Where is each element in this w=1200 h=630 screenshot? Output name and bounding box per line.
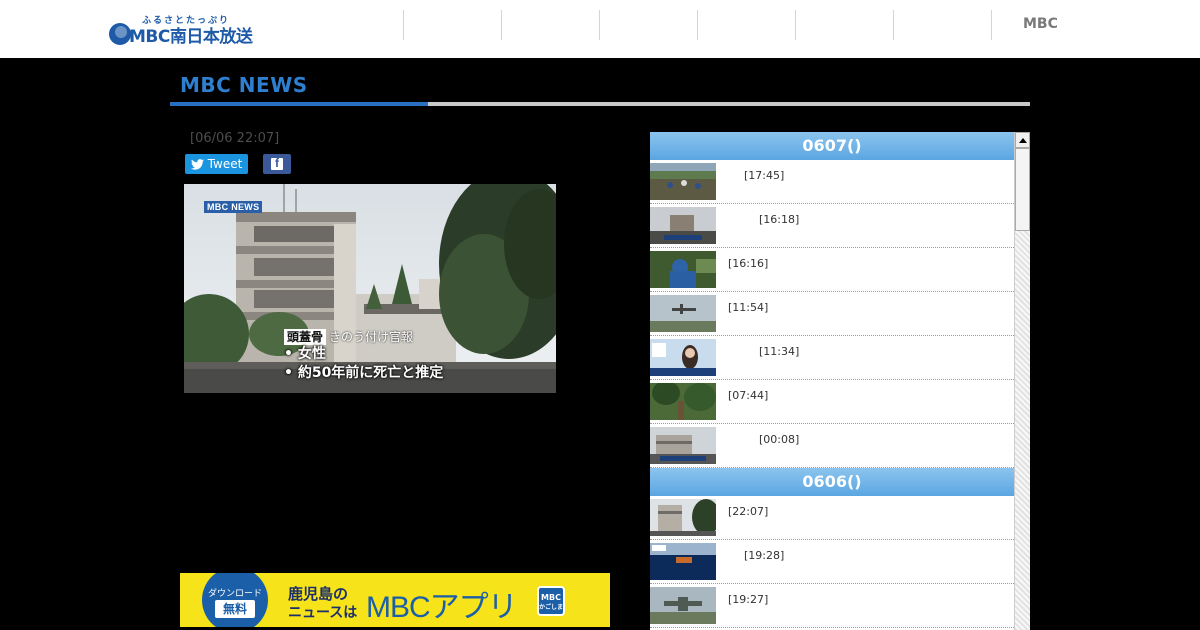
banner-line1: 鹿児島の <box>288 585 349 603</box>
news-time[interactable]: [16:18] <box>759 213 799 226</box>
badge-top: MBC <box>541 593 561 602</box>
day-header: 0607() <box>650 132 1014 160</box>
article-hero-image: MBC NEWS 頭蓋骨 きのう付け官報 • 女性 • 約50年前に死亡と推定 <box>184 184 556 393</box>
nav-divider <box>991 10 992 40</box>
day-header: 0606() <box>650 468 1014 496</box>
news-time[interactable]: [17:45] <box>744 169 784 182</box>
news-list-item[interactable]: [19:28] <box>650 540 1014 584</box>
news-list-panel[interactable]: 0607() [17:45] [16:18] [16:16] [11:54] [11:34… <box>650 132 1030 630</box>
nav-item-4[interactable] <box>697 10 698 40</box>
hero-caption: 頭蓋骨 きのう付け官報 • 女性 • 約50年前に死亡と推定 <box>284 328 443 383</box>
news-list: 0607() [17:45] [16:18] [16:16] [11:54] [11:34… <box>650 132 1014 628</box>
banner-download-label: ダウンロード <box>208 589 263 599</box>
tweet-label: Tweet <box>207 157 243 171</box>
nav-item-1[interactable] <box>403 10 404 40</box>
news-thumbnail[interactable] <box>650 383 716 420</box>
news-time[interactable]: [00:08] <box>759 433 799 446</box>
nav-item-3[interactable] <box>599 10 600 40</box>
badge-bottom: かごしま <box>539 604 564 611</box>
scroll-up-arrow-icon[interactable] <box>1015 132 1030 148</box>
mbc-logo[interactable]: ふるさとたっぷり MBC南日本放送 <box>109 13 259 47</box>
news-thumbnail[interactable] <box>650 587 716 624</box>
news-list-item[interactable]: [11:54] <box>650 292 1014 336</box>
nav-item-6[interactable] <box>893 10 894 40</box>
news-time[interactable]: [11:54] <box>728 301 768 314</box>
mbc-app-icon: MBC かごしま <box>537 586 565 616</box>
banner-app-name: MBCアプリ <box>366 591 518 624</box>
banner-free-label: 無料 <box>215 600 255 618</box>
news-list-item[interactable]: [00:08] <box>650 424 1014 468</box>
news-thumbnail[interactable] <box>650 339 716 376</box>
site-header: ふるさとたっぷり MBC南日本放送 MBC <box>0 0 1200 58</box>
news-list-item[interactable]: [19:27] <box>650 584 1014 628</box>
news-thumbnail[interactable] <box>650 543 716 580</box>
facebook-icon <box>271 156 283 170</box>
logo-mark-icon <box>109 23 131 45</box>
news-time[interactable]: [22:07] <box>728 505 768 518</box>
news-thumbnail[interactable] <box>650 427 716 464</box>
news-list-item[interactable]: [16:16] <box>650 248 1014 292</box>
news-thumbnail[interactable] <box>650 207 716 244</box>
news-list-item[interactable]: [22:07] <box>650 496 1014 540</box>
logo-name: MBC南日本放送 <box>129 27 253 47</box>
section-title: MBC NEWS <box>180 73 308 97</box>
tweet-button[interactable]: Tweet <box>185 154 248 174</box>
nav-item-5[interactable] <box>795 10 796 40</box>
news-time[interactable]: [11:34] <box>759 345 799 358</box>
news-thumbnail[interactable] <box>650 163 716 200</box>
nav-item-2[interactable] <box>501 10 502 40</box>
news-list-item[interactable]: [16:18] <box>650 204 1014 248</box>
caption-bullet-2: • 約50年前に死亡と推定 <box>284 365 444 381</box>
twitter-bird-icon <box>190 158 204 170</box>
news-list-item[interactable]: [07:44] <box>650 380 1014 424</box>
caption-bullet-1: • 女性 <box>284 346 326 362</box>
news-time[interactable]: [16:16] <box>728 257 768 270</box>
scroll-thumb[interactable] <box>1015 148 1030 231</box>
article-date: [06/06 22:07] <box>190 131 280 146</box>
banner-line2: ニュースは <box>288 605 358 621</box>
caption-title: 頭蓋骨 <box>284 328 327 345</box>
facebook-share-button[interactable] <box>263 154 291 174</box>
news-list-scrollbar[interactable] <box>1014 132 1030 630</box>
news-list-item[interactable]: [11:34] <box>650 336 1014 380</box>
news-thumbnail[interactable] <box>650 295 716 332</box>
news-time[interactable]: [19:27] <box>728 593 768 606</box>
mbc-news-watermark: MBC NEWS <box>204 201 263 213</box>
news-list-item[interactable]: [17:45] <box>650 160 1014 204</box>
news-thumbnail[interactable] <box>650 251 716 288</box>
mbc-app-banner[interactable]: ダウンロード 無料 鹿児島の ニュースは MBCアプリ MBC かごしま <box>180 573 610 627</box>
nav-item-mbc[interactable]: MBC <box>1023 16 1058 32</box>
news-time[interactable]: [07:44] <box>728 389 768 402</box>
caption-sub: きのう付け官報 <box>329 330 414 344</box>
news-time[interactable]: [19:28] <box>744 549 784 562</box>
news-thumbnail[interactable] <box>650 499 716 536</box>
section-underline-accent <box>170 102 428 106</box>
